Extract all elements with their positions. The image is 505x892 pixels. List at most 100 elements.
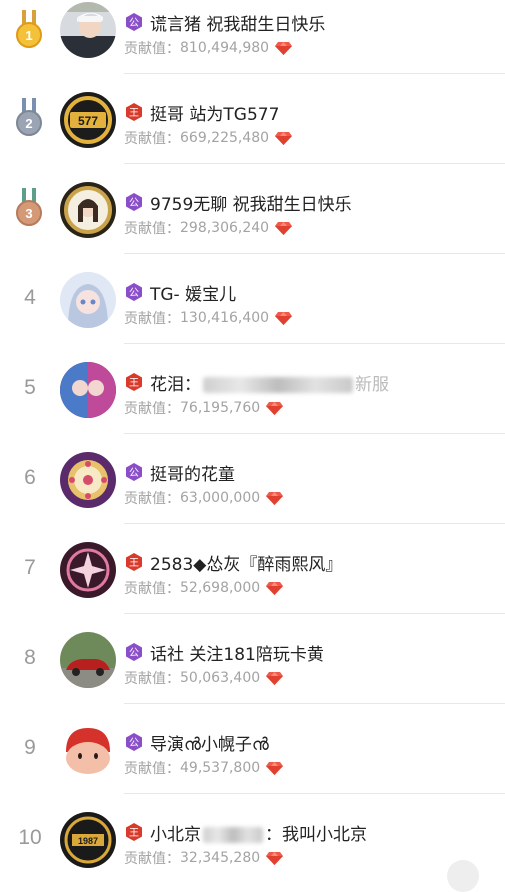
rank-number: 6 xyxy=(24,466,36,489)
gong-badge-icon: 公 xyxy=(126,463,142,481)
anime-girl-avatar-icon xyxy=(60,182,116,238)
svg-text:577: 577 xyxy=(78,114,98,128)
diamond-icon xyxy=(266,762,284,775)
rank-8: 8 xyxy=(0,614,60,704)
ranking-row-8[interactable]: 8 公 话社 关注181陪玩卡黄 贡献值： 50,063,400 xyxy=(0,614,505,704)
wang-badge-icon: 王 xyxy=(126,103,142,121)
diamond-icon xyxy=(266,492,284,505)
user-name[interactable]: 话社 关注181陪玩卡黄 xyxy=(150,640,324,665)
contribution-value: 63,000,000 xyxy=(180,490,261,506)
rank-number: 8 xyxy=(24,646,36,669)
rank-number: 5 xyxy=(24,376,36,399)
avatar[interactable] xyxy=(60,182,116,238)
ranking-row-1[interactable]: 1 公 谎言猪 祝我甜生日快乐 贡献值： 810,494,980 xyxy=(0,0,505,74)
wang-badge-icon: 王 xyxy=(126,373,142,391)
ranking-row-3[interactable]: 3 公 9759无聊 祝我甜生日快乐 贡献值： 298,306,240 xyxy=(0,164,505,254)
contribution-value: 669,225,480 xyxy=(180,130,270,146)
contribution-label: 贡献值： xyxy=(124,581,180,597)
ranking-row-6[interactable]: 6 公 挺哥的花童 贡献值： 63,000,000 xyxy=(0,434,505,524)
gong-badge-icon: 公 xyxy=(126,13,142,31)
badge-text: 公 xyxy=(129,18,139,29)
user-name[interactable]: TG- 媛宝儿 xyxy=(150,280,236,305)
badge-text: 公 xyxy=(129,468,139,479)
badge-text: 王 xyxy=(129,558,139,569)
avatar[interactable] xyxy=(60,2,116,58)
wang-badge-icon: 王 xyxy=(126,823,142,841)
contribution-value: 50,063,400 xyxy=(180,670,261,686)
diamond-icon xyxy=(266,582,284,595)
entry-info: 公 话社 关注181陪玩卡黄 贡献值： 50,063,400 xyxy=(124,640,505,688)
rank-number: 9 xyxy=(24,736,36,759)
contribution-value: 32,345,280 xyxy=(180,850,261,866)
user-name[interactable]: 挺哥的花童 xyxy=(150,460,235,485)
entry-info: 王 小北京 ：我叫小北京 贡献值： 32,345,280 xyxy=(124,820,505,868)
user-name[interactable]: 花泪： 新服 xyxy=(150,370,389,395)
ranking-row-9[interactable]: 9 公 导演ൻ小幌子ൻ 贡献值： 49,537,800 xyxy=(0,704,505,794)
diamond-icon xyxy=(266,402,284,415)
user-name[interactable]: 2583◆怂灰『醉雨熙风』 xyxy=(150,550,342,575)
contribution-label: 贡献值： xyxy=(124,311,180,327)
avatar[interactable] xyxy=(60,362,116,418)
avatar[interactable]: 1987 xyxy=(60,812,116,868)
tg577-logo-avatar-icon: 577 xyxy=(60,92,116,148)
contribution-value: 298,306,240 xyxy=(180,220,270,236)
entry-info: 公 9759无聊 祝我甜生日快乐 贡献值： 298,306,240 xyxy=(124,190,505,238)
badge-text: 公 xyxy=(129,198,139,209)
user-name[interactable]: 9759无聊 祝我甜生日快乐 xyxy=(150,190,352,215)
contribution-value: 810,494,980 xyxy=(180,40,270,56)
emblem-avatar-icon xyxy=(60,542,116,598)
avatar[interactable] xyxy=(60,722,116,778)
jingwang-1987-avatar-icon: 1987 xyxy=(60,812,116,868)
ranking-row-7[interactable]: 7 王 2583◆怂灰『醉雨熙风』 贡献值： 52,698,000 xyxy=(0,524,505,614)
ranking-row-2[interactable]: 2 577 王 挺哥 站为TG577 贡献值： 669,225,480 xyxy=(0,74,505,164)
avatar[interactable] xyxy=(60,272,116,328)
ranking-row-10[interactable]: 10 1987 王 小北京 ：我叫小北京 贡献值： 32,345,280 xyxy=(0,794,505,884)
cartoon-face-avatar-icon xyxy=(60,722,116,778)
contribution-value: 52,698,000 xyxy=(180,580,261,596)
contribution-label: 贡献值： xyxy=(124,491,180,507)
avatar[interactable]: 577 xyxy=(60,92,116,148)
rank-number: 4 xyxy=(24,286,36,309)
medal-rank-number: 1 xyxy=(25,28,32,43)
ranking-list: 1 公 谎言猪 祝我甜生日快乐 贡献值： 810,494,980 2 577 王… xyxy=(0,0,505,884)
diamond-icon xyxy=(275,132,293,145)
flower-ring-avatar-icon xyxy=(60,452,116,508)
badge-text: 公 xyxy=(129,648,139,659)
doll-girl-avatar-icon xyxy=(60,272,116,328)
contribution-label: 贡献值： xyxy=(124,41,180,57)
redacted-text xyxy=(203,376,353,393)
avatar[interactable] xyxy=(60,542,116,598)
anime-couple-avatar-icon xyxy=(60,362,116,418)
user-name[interactable]: 挺哥 站为TG577 xyxy=(150,100,279,125)
user-name-suffix: ：我叫小北京 xyxy=(265,824,367,845)
avatar[interactable] xyxy=(60,632,116,688)
entry-info: 公 导演ൻ小幌子ൻ 贡献值： 49,537,800 xyxy=(124,730,505,778)
diamond-icon xyxy=(266,852,284,865)
rank-10: 10 xyxy=(0,794,60,884)
rank-1: 1 xyxy=(0,0,60,74)
diamond-icon xyxy=(266,672,284,685)
ranking-row-5[interactable]: 5 王 花泪： 新服 贡献值： 76,195,760 xyxy=(0,344,505,434)
rank-3: 3 xyxy=(0,164,60,254)
avatar[interactable] xyxy=(60,452,116,508)
contribution-label: 贡献值： xyxy=(124,851,180,867)
rank-2: 2 xyxy=(0,74,60,164)
contribution-label: 贡献值： xyxy=(124,761,180,777)
floating-button[interactable] xyxy=(447,860,479,892)
rank-4: 4 xyxy=(0,254,60,344)
user-name-suffix: 新服 xyxy=(355,374,389,395)
entry-info: 王 花泪： 新服 贡献值： 76,195,760 xyxy=(124,370,505,418)
contribution-value: 130,416,400 xyxy=(180,310,270,326)
contribution-label: 贡献值： xyxy=(124,221,180,237)
user-name-prefix: 小北京 xyxy=(150,824,201,845)
user-name-prefix: 花泪： xyxy=(150,374,201,395)
rank-6: 6 xyxy=(0,434,60,524)
rank-5: 5 xyxy=(0,344,60,434)
silver-medal-icon: 2 xyxy=(16,98,42,136)
ranking-row-4[interactable]: 4 公 TG- 媛宝儿 贡献值： 130,416,400 xyxy=(0,254,505,344)
diamond-icon xyxy=(275,42,293,55)
user-name[interactable]: 小北京 ：我叫小北京 xyxy=(150,820,367,845)
wang-badge-icon: 王 xyxy=(126,553,142,571)
user-name[interactable]: 导演ൻ小幌子ൻ xyxy=(150,730,269,755)
user-name[interactable]: 谎言猪 祝我甜生日快乐 xyxy=(150,10,325,35)
